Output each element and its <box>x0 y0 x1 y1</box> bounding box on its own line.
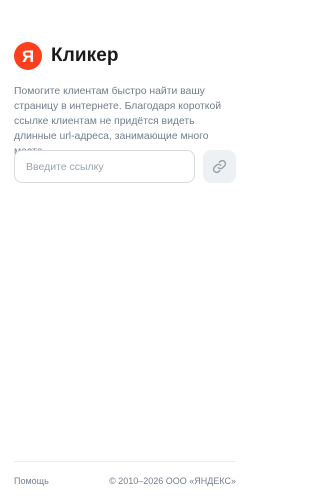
footer-divider <box>14 461 236 462</box>
yandex-logo[interactable]: Я <box>14 42 42 70</box>
header: Я Кликер <box>14 42 119 70</box>
shorten-form <box>14 150 236 183</box>
service-description: Помогите клиентам быстро найти вашу стра… <box>14 86 222 157</box>
footer: Помощь © 2010–2026 ООО «ЯНДЕКС» <box>14 476 236 486</box>
copyright-text: © 2010–2026 ООО «ЯНДЕКС» <box>109 476 236 486</box>
url-input[interactable] <box>14 150 196 183</box>
page-title: Кликер <box>51 45 119 66</box>
shorten-button[interactable] <box>203 150 236 183</box>
link-icon <box>212 159 227 174</box>
logo-letter: Я <box>21 46 35 66</box>
page: Я Кликер Помогите клиентам быстро найти … <box>0 0 250 498</box>
help-link[interactable]: Помощь <box>14 476 49 486</box>
